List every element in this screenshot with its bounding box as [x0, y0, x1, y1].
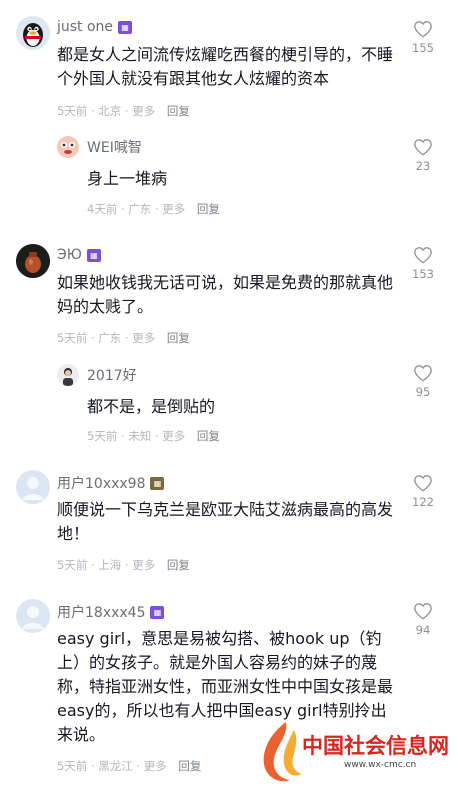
- reply-button[interactable]: 回复: [197, 429, 220, 443]
- comment-location: 上海: [98, 558, 122, 572]
- username[interactable]: 用户10xxx98: [57, 473, 145, 493]
- username[interactable]: just one: [57, 19, 113, 35]
- reply-button[interactable]: 回复: [167, 104, 190, 118]
- comment-text: 都是女人之间流传炫耀吃西餐的梗引导的，不睡个外国人就没有跟其他女人炫耀的资本: [57, 45, 394, 88]
- comment-meta: 5天前 · 黑龙江 · 更多 回复: [57, 759, 202, 773]
- username[interactable]: 用户18xxx45: [57, 602, 145, 622]
- username[interactable]: ЭЮ: [57, 247, 82, 263]
- reply-button[interactable]: 回复: [178, 759, 201, 773]
- like-button[interactable]: 122: [408, 474, 438, 509]
- heart-icon: [414, 139, 432, 156]
- like-button[interactable]: 153: [408, 246, 438, 281]
- comment-time: 5天前: [87, 429, 118, 443]
- comment-location: 未知: [128, 429, 152, 443]
- avatar[interactable]: [16, 599, 50, 633]
- flame-logo-icon: [263, 722, 302, 782]
- watermark: 中国社会信息网 www.wx-cmc.cn: [258, 716, 458, 788]
- comment-text: 顺便说一下乌克兰是欧亚大陆艾滋病最高的高发地！: [57, 500, 394, 543]
- like-count: 155: [412, 41, 434, 55]
- avatar[interactable]: [16, 470, 50, 504]
- comment-text: 都不是，是倒贴的: [87, 397, 216, 416]
- like-count: 94: [415, 623, 431, 637]
- level-badge-icon: ▦: [150, 476, 165, 490]
- comment-location: 北京: [98, 104, 122, 118]
- more-button[interactable]: 更多: [162, 429, 185, 443]
- comment-meta: 5天前 · 上海 · 更多 回复: [57, 558, 190, 572]
- avatar[interactable]: [57, 136, 79, 158]
- cartoon-avatar-icon: [57, 136, 79, 158]
- penguin-avatar-icon: [16, 16, 50, 50]
- avatar[interactable]: [57, 364, 79, 386]
- comment-time: 5天前: [57, 331, 88, 345]
- comment-time: 5天前: [57, 104, 88, 118]
- comment-time: 5天前: [57, 558, 88, 572]
- comment-time: 4天前: [87, 202, 118, 216]
- reply-button[interactable]: 回复: [167, 331, 190, 345]
- more-button[interactable]: 更多: [132, 104, 155, 118]
- level-badge-icon: ▦: [118, 20, 133, 34]
- comment-time: 5天前: [57, 759, 88, 773]
- username[interactable]: WEI喊智: [87, 137, 142, 157]
- heart-icon: [414, 21, 432, 38]
- reply-button[interactable]: 回复: [197, 202, 220, 216]
- like-count: 153: [412, 267, 434, 281]
- comment-meta: 5天前 · 广东 · 更多 回复: [57, 331, 190, 345]
- avatar[interactable]: [16, 16, 50, 50]
- reply-button[interactable]: 回复: [167, 558, 190, 572]
- more-button[interactable]: 更多: [162, 202, 185, 216]
- comment-location: 广东: [98, 331, 122, 345]
- level-badge-icon: ▦: [86, 248, 101, 262]
- like-button[interactable]: 95: [408, 364, 438, 399]
- watermark-url: www.wx-cmc.cn: [344, 760, 417, 770]
- default-avatar-icon: [16, 470, 50, 504]
- avatar[interactable]: [16, 244, 50, 278]
- watermark-title: 中国社会信息网: [302, 734, 449, 758]
- comment-text: 身上一堆病: [87, 169, 168, 188]
- heart-icon: [414, 365, 432, 382]
- username[interactable]: 2017好: [87, 365, 137, 385]
- default-avatar-icon: [16, 599, 50, 633]
- more-button[interactable]: 更多: [144, 759, 167, 773]
- comment-location: 广东: [128, 202, 152, 216]
- heart-icon: [414, 603, 432, 620]
- jar-avatar-icon: [16, 244, 50, 278]
- heart-icon: [414, 247, 432, 264]
- comment-meta: 5天前 · 北京 · 更多 回复: [57, 104, 190, 118]
- heart-icon: [414, 475, 432, 492]
- comment-meta: 4天前 · 广东 · 更多 回复: [87, 202, 220, 216]
- like-count: 122: [412, 495, 434, 509]
- comment-text: 如果她收钱我无话可说，如果是免费的那就真他妈的太贱了。: [57, 273, 394, 316]
- more-button[interactable]: 更多: [132, 331, 155, 345]
- more-button[interactable]: 更多: [132, 558, 155, 572]
- like-button[interactable]: 94: [408, 602, 438, 637]
- person-avatar-icon: [57, 364, 79, 386]
- comment-location: 黑龙江: [98, 759, 133, 773]
- comment-meta: 5天前 · 未知 · 更多 回复: [87, 429, 220, 443]
- like-button[interactable]: 23: [408, 138, 438, 173]
- like-count: 95: [415, 385, 431, 399]
- level-badge-icon: ▦: [150, 605, 165, 619]
- like-count: 23: [415, 159, 431, 173]
- like-button[interactable]: 155: [408, 20, 438, 55]
